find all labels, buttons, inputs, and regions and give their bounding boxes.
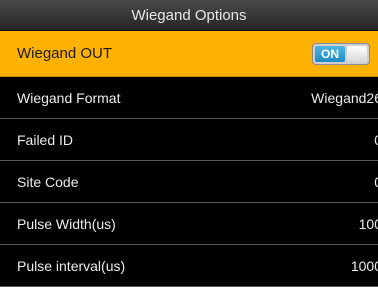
row-wiegand-out[interactable]: Wiegand OUT ON: [0, 31, 378, 77]
title-bar: Wiegand Options: [0, 0, 378, 31]
row-pulse-interval[interactable]: Pulse interval(us) 1000: [0, 245, 378, 287]
toggle-knob: [347, 46, 367, 62]
row-wiegand-format[interactable]: Wiegand Format Wiegand26: [0, 77, 378, 119]
row-label: Wiegand OUT: [17, 45, 113, 62]
row-failed-id[interactable]: Failed ID 0: [0, 119, 378, 161]
row-label: Pulse Width(us): [17, 215, 116, 232]
wiegand-out-toggle[interactable]: ON: [312, 43, 370, 65]
row-label: Wiegand Format: [17, 89, 121, 106]
row-pulse-width[interactable]: Pulse Width(us) 100: [0, 203, 378, 245]
row-label: Site Code: [17, 173, 79, 190]
row-label: Pulse interval(us): [17, 257, 126, 274]
options-list: Wiegand OUT ON Wiegand Format Wiegand26 …: [0, 31, 378, 287]
toggle-on-label: ON: [315, 46, 345, 62]
row-value: 0: [374, 132, 378, 148]
row-value: Wiegand26: [311, 89, 378, 106]
row-site-code[interactable]: Site Code 0: [0, 161, 378, 203]
row-label: Failed ID: [17, 131, 74, 148]
row-value: 100: [358, 215, 378, 232]
page-title: Wiegand Options: [131, 6, 247, 24]
row-value: 1000: [350, 257, 378, 274]
row-value: 0: [374, 174, 378, 190]
wiegand-options-screen: Wiegand Options Wiegand OUT ON Wiegand F…: [0, 0, 378, 287]
